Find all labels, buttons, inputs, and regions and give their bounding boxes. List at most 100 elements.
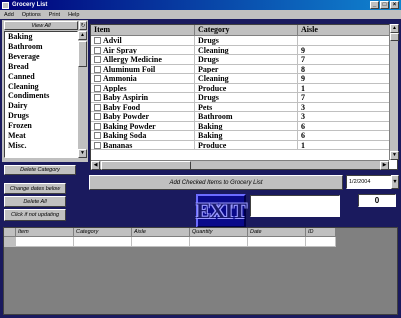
list-item[interactable]: Canned: [5, 72, 77, 82]
grid-hscrollbar[interactable]: ◀ ▶: [91, 160, 389, 170]
checkbox[interactable]: [94, 37, 101, 44]
date-select[interactable]: 1/2/2004: [346, 175, 392, 189]
table-row[interactable]: Baking Powder Baking 6: [91, 121, 390, 131]
table-cell[interactable]: [16, 237, 74, 247]
aisle-cell[interactable]: 7: [298, 93, 390, 103]
category-scrollbar[interactable]: ▲ ▼: [78, 31, 87, 158]
column-header-category[interactable]: Category: [74, 228, 132, 237]
table-cell[interactable]: [190, 237, 248, 247]
hscroll-thumb[interactable]: [101, 161, 191, 170]
category-cell[interactable]: Produce: [195, 83, 298, 93]
aisle-cell[interactable]: 7: [298, 55, 390, 65]
checkbox[interactable]: [94, 65, 101, 73]
table-row[interactable]: Advil Drugs: [91, 36, 390, 46]
category-cell[interactable]: Paper: [195, 64, 298, 74]
aisle-cell[interactable]: 6: [298, 121, 390, 131]
list-item[interactable]: Misc.: [5, 141, 77, 151]
table-cell[interactable]: [248, 237, 306, 247]
scroll-up-icon[interactable]: ▲: [78, 31, 87, 40]
column-header-date[interactable]: Date: [248, 228, 306, 237]
view-all-button[interactable]: View All: [4, 21, 78, 30]
aisle-cell[interactable]: 9: [298, 74, 390, 84]
category-cell[interactable]: Cleaning: [195, 74, 298, 84]
refresh-icon[interactable]: ↻: [79, 21, 87, 30]
scroll-right-icon[interactable]: ▶: [380, 161, 389, 170]
category-cell[interactable]: Baking: [195, 121, 298, 131]
table-row[interactable]: Allergy Medicine Drugs 7: [91, 55, 390, 65]
item-cell[interactable]: Allergy Medicine: [91, 55, 195, 65]
table-row[interactable]: Air Spray Cleaning 9: [91, 45, 390, 55]
scroll-thumb[interactable]: [78, 41, 87, 67]
item-cell[interactable]: Advil: [91, 36, 195, 46]
delete-all-button[interactable]: Delete All: [4, 196, 66, 207]
checkbox[interactable]: [94, 84, 101, 92]
menu-options[interactable]: Options: [18, 12, 45, 18]
column-header-quantity[interactable]: Quantity: [190, 228, 248, 237]
delete-category-button[interactable]: Delete Category: [4, 165, 76, 175]
table-row[interactable]: Baby Aspirin Drugs 7: [91, 93, 390, 103]
table-row[interactable]: Baby Powder Bathroom 3: [91, 112, 390, 122]
list-item[interactable]: Drugs: [5, 111, 77, 121]
category-cell[interactable]: Produce: [195, 140, 298, 150]
item-cell[interactable]: Apples: [91, 83, 195, 93]
menu-help[interactable]: Help: [64, 12, 83, 18]
item-cell[interactable]: Bananas: [91, 140, 195, 150]
aisle-cell[interactable]: 9: [298, 45, 390, 55]
grid-scrollbar[interactable]: ▲ ▼: [389, 24, 399, 160]
aisle-cell[interactable]: 3: [298, 102, 390, 112]
category-list[interactable]: Baking Bathroom Beverage Bread Canned Cl…: [4, 31, 78, 158]
checkbox[interactable]: [94, 103, 101, 111]
refresh-button[interactable]: Click if not updating: [4, 209, 66, 221]
list-item[interactable]: Meat: [5, 131, 77, 141]
column-header-category[interactable]: Category: [195, 25, 298, 36]
minimize-button[interactable]: _: [370, 1, 379, 9]
table-cell[interactable]: [74, 237, 132, 247]
scroll-down-icon[interactable]: ▼: [78, 149, 87, 158]
checkbox[interactable]: [94, 132, 101, 139]
checkbox[interactable]: [94, 141, 101, 149]
table-row[interactable]: Bananas Produce 1: [91, 140, 390, 150]
list-item[interactable]: Cleaning: [5, 82, 77, 92]
dropdown-icon[interactable]: ▼: [391, 175, 399, 189]
category-cell[interactable]: Drugs: [195, 93, 298, 103]
category-cell[interactable]: Baking: [195, 131, 298, 141]
item-cell[interactable]: Baby Food: [91, 102, 195, 112]
item-cell[interactable]: Baking Powder: [91, 121, 195, 131]
table-row[interactable]: Ammonia Cleaning 9: [91, 74, 390, 84]
item-cell[interactable]: Ammonia: [91, 74, 195, 84]
column-header-id[interactable]: ID: [306, 228, 336, 237]
menu-print[interactable]: Print: [45, 12, 64, 18]
list-item[interactable]: Condiments: [5, 91, 77, 101]
aisle-cell[interactable]: 1: [298, 83, 390, 93]
list-item[interactable]: Beverage: [5, 52, 77, 62]
exit-button[interactable]: EXIT: [196, 194, 247, 228]
table-cell[interactable]: [132, 237, 190, 247]
item-cell[interactable]: Aluminum Foil: [91, 64, 195, 74]
aisle-cell[interactable]: [298, 36, 390, 46]
aisle-cell[interactable]: 1: [298, 140, 390, 150]
item-cell[interactable]: Baking Soda: [91, 131, 195, 141]
table-row[interactable]: Baking Soda Baking 6: [91, 131, 390, 141]
checkbox[interactable]: [94, 56, 101, 63]
scroll-thumb[interactable]: [390, 33, 399, 41]
aisle-cell[interactable]: 6: [298, 131, 390, 141]
checkbox[interactable]: [94, 113, 101, 120]
add-checked-button[interactable]: Add Checked Items to Grocery List: [89, 175, 343, 190]
list-item[interactable]: Frozen: [5, 121, 77, 131]
list-item[interactable]: Baking: [5, 32, 77, 42]
column-header-item[interactable]: Item: [91, 25, 195, 36]
category-cell[interactable]: Drugs: [195, 36, 298, 46]
item-cell[interactable]: Baby Powder: [91, 112, 195, 122]
category-cell[interactable]: Pets: [195, 102, 298, 112]
category-cell[interactable]: Cleaning: [195, 45, 298, 55]
checkbox[interactable]: [94, 46, 101, 54]
checkbox[interactable]: [94, 122, 101, 130]
table-row[interactable]: Baby Food Pets 3: [91, 102, 390, 112]
table-row[interactable]: Apples Produce 1: [91, 83, 390, 93]
scroll-left-icon[interactable]: ◀: [91, 161, 100, 170]
aisle-cell[interactable]: 8: [298, 64, 390, 74]
aisle-cell[interactable]: 3: [298, 112, 390, 122]
list-item[interactable]: Bread: [5, 62, 77, 72]
scroll-up-icon[interactable]: ▲: [390, 24, 399, 33]
column-header-aisle[interactable]: Aisle: [132, 228, 190, 237]
